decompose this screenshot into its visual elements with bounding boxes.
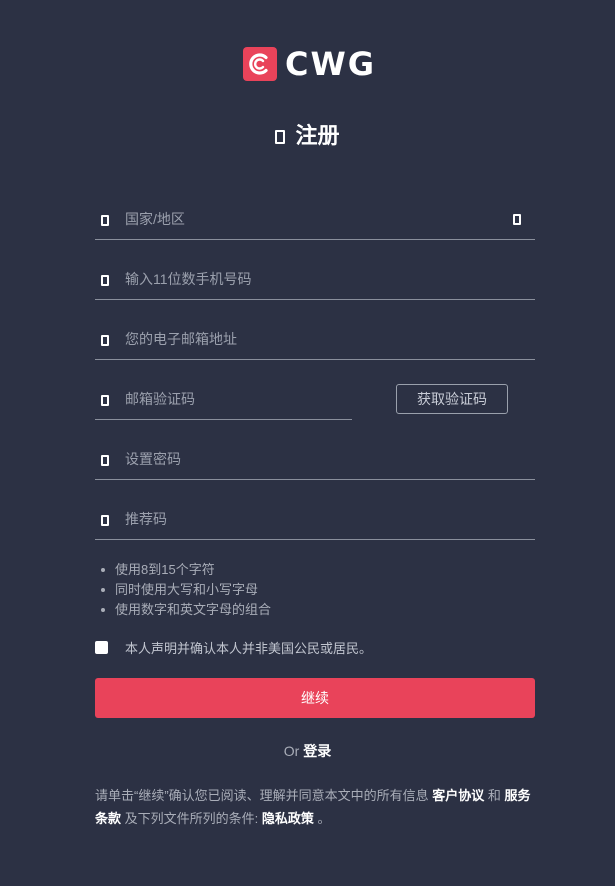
chevron-down-icon[interactable] <box>513 214 521 225</box>
globe-icon <box>101 215 109 226</box>
password-field[interactable] <box>95 439 535 480</box>
email-code-field[interactable] <box>95 379 352 420</box>
shield-icon <box>101 395 109 406</box>
cwg-logo-icon <box>243 47 277 81</box>
login-link[interactable]: 登录 <box>303 743 331 759</box>
country-field[interactable] <box>95 199 535 240</box>
password-rule: 使用8到15个字符 <box>99 560 271 580</box>
email-code-input[interactable] <box>125 389 345 409</box>
brand-name: CWG <box>285 45 377 83</box>
register-page: CWG 注册 获取验证码 使用8到15个字符 同时使用大写和小写字母 使用数字和… <box>0 0 615 886</box>
mail-icon <box>101 335 109 346</box>
phone-icon <box>101 275 109 286</box>
privacy-policy-link[interactable]: 隐私政策 <box>262 811 314 826</box>
brand-logo: CWG <box>243 46 376 82</box>
gift-icon <box>101 515 109 526</box>
or-text: Or <box>283 743 300 759</box>
continue-button[interactable]: 继续 <box>95 678 535 718</box>
referral-input[interactable] <box>125 509 505 529</box>
terms-prefix: 请单击“继续”确认您已阅读、理解并同意本文中的所有信息 <box>95 788 433 803</box>
country-input[interactable] <box>125 209 505 229</box>
page-title: 注册 <box>0 118 615 150</box>
email-field[interactable] <box>95 319 535 360</box>
declaration-checkbox[interactable] <box>95 641 108 654</box>
password-input[interactable] <box>125 449 505 469</box>
customer-agreement-link[interactable]: 客户协议 <box>432 788 484 803</box>
email-input[interactable] <box>125 329 505 349</box>
page-title-text: 注册 <box>295 123 340 148</box>
user-icon <box>275 130 286 144</box>
password-rule: 同时使用大写和小写字母 <box>99 580 271 600</box>
password-rule: 使用数字和英文字母的组合 <box>99 600 271 620</box>
referral-field[interactable] <box>95 499 535 540</box>
terms-middle: 及下列文件所列的条件: <box>121 811 262 826</box>
lock-icon <box>101 455 109 466</box>
terms-notice: 请单击“继续”确认您已阅读、理解并同意本文中的所有信息 客户协议 和 服务条款 … <box>95 784 540 830</box>
login-prompt: Or 登录 <box>0 741 615 761</box>
declaration-text: 本人声明并确认本人并非美国公民或居民。 <box>125 641 373 656</box>
phone-field[interactable] <box>95 259 535 300</box>
terms-and: 和 <box>484 788 505 803</box>
password-rules: 使用8到15个字符 同时使用大写和小写字母 使用数字和英文字母的组合 <box>99 560 271 620</box>
phone-input[interactable] <box>125 269 505 289</box>
terms-suffix: 。 <box>313 811 331 826</box>
get-code-button[interactable]: 获取验证码 <box>396 384 508 414</box>
declaration: 本人声明并确认本人并非美国公民或居民。 <box>95 638 372 657</box>
